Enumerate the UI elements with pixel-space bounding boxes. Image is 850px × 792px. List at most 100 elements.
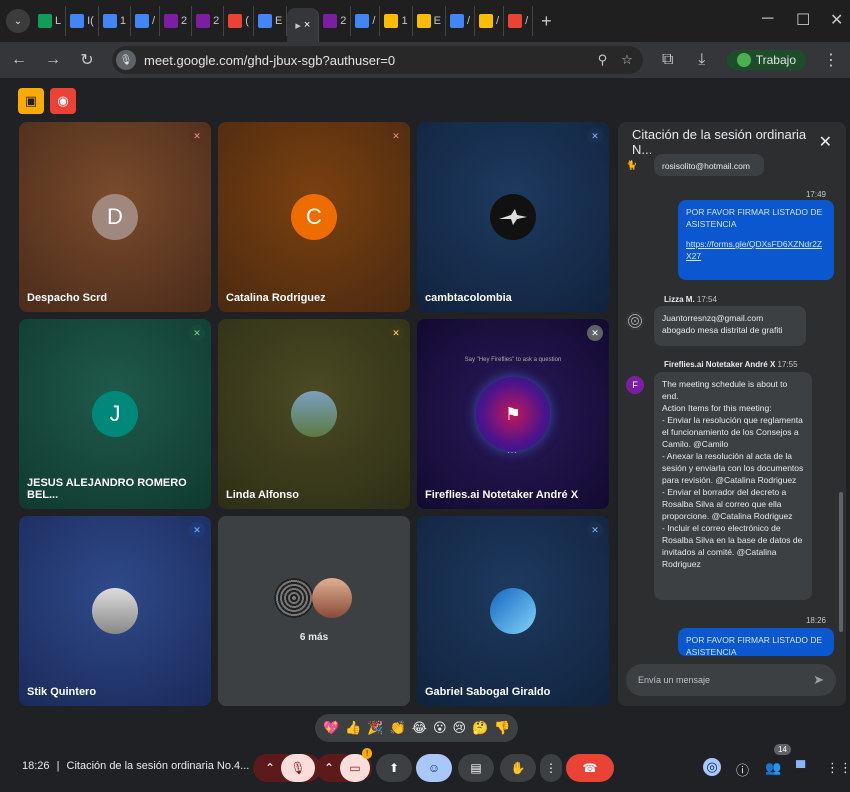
tab-label: E [433, 15, 441, 27]
raise-hand-button[interactable]: ✋ [500, 754, 536, 782]
reaction-emoji[interactable]: 😮 [433, 720, 447, 736]
participant-tile[interactable]: ✕ Stik Quintero [19, 516, 211, 706]
avatar [92, 588, 138, 634]
participant-tile[interactable]: ✕ J JESUS ALEJANDRO ROMERO BEL... [19, 319, 211, 509]
reaction-emoji[interactable]: 🤔 [472, 720, 488, 736]
present-screen-button[interactable]: ⬆ [376, 754, 412, 782]
participant-tile[interactable]: ✕ C Catalina Rodriguez [218, 122, 410, 312]
close-window-icon[interactable]: ✕ [830, 10, 843, 30]
chat-message: POR FAVOR FIRMAR LISTADO DE ASISTENCIA [678, 628, 834, 656]
reaction-emoji[interactable]: 😢 [453, 720, 467, 736]
more-options-button[interactable]: ⋮ [540, 754, 562, 782]
tab-search-button[interactable]: ⌄ [6, 9, 30, 33]
avatar [274, 578, 314, 618]
tab-right-0[interactable]: 2 [319, 6, 352, 36]
send-icon[interactable]: ➤ [813, 672, 824, 688]
chat-input-placeholder: Envía un mensaje [638, 675, 711, 685]
new-tab-button[interactable]: + [541, 11, 552, 32]
people-icon[interactable]: 👥 [765, 760, 781, 776]
forward-icon[interactable]: → [44, 51, 62, 69]
avatar: D [92, 194, 138, 240]
tab-left-0[interactable]: L [34, 6, 67, 36]
reaction-emoji[interactable]: 👏 [390, 720, 406, 736]
maximize-icon[interactable]: ☐ [796, 10, 810, 30]
participant-tile[interactable]: ✕ Gabriel Sabogal Giraldo [417, 516, 609, 706]
message-time: 18:26 [805, 616, 826, 625]
participant-tile[interactable]: ✕ D Despacho Scrd [19, 122, 211, 312]
camera-options-chevron-icon[interactable]: ⌃ [318, 761, 340, 775]
info-separator: | [56, 760, 60, 772]
reaction-emoji[interactable]: 😂 [412, 720, 427, 736]
message-text: ASISTENCIA [686, 219, 737, 229]
tab-right-4[interactable]: / [446, 6, 475, 36]
tab-favicon-icon [416, 14, 431, 28]
tab-left-5[interactable]: 2 [192, 6, 225, 36]
meet-tab-icon: ▸ [295, 19, 301, 32]
tab-right-1[interactable]: / [351, 6, 381, 36]
camera-warning-badge: ! [362, 748, 373, 759]
apps-grid-icon[interactable]: ⋮⋮ [826, 760, 850, 776]
tab-close-icon[interactable]: × [304, 19, 310, 31]
chat-message-input[interactable]: Envía un mensaje ➤ [626, 664, 836, 696]
chat-message: The meeting schedule is about to end. Ac… [654, 372, 812, 600]
tab-right-3[interactable]: E [413, 6, 446, 36]
chat-icon[interactable]: ▀ [796, 760, 805, 775]
profile-button[interactable]: Trabajo [726, 50, 806, 70]
tab-favicon-icon [70, 14, 85, 28]
reaction-emoji[interactable]: 💖 [323, 720, 339, 736]
message-time: 17:55 [777, 360, 798, 369]
participant-name: JESUS ALEJANDRO ROMERO BEL... [27, 477, 187, 501]
download-icon[interactable]: ⤓ [693, 51, 711, 69]
more-participants-tile[interactable]: 6 más [218, 516, 410, 706]
address-bar[interactable]: 🎙 meet.google.com/ghd-jbux-sgb?authuser=… [112, 46, 643, 74]
mic-options-chevron-icon[interactable]: ⌃ [259, 761, 281, 775]
minimize-icon[interactable]: ─ [762, 10, 773, 28]
sender-name: Fireflies.ai Notetaker André X [664, 360, 776, 369]
captions-button[interactable]: ▤ [458, 754, 494, 782]
current-time: 18:26 [22, 760, 50, 772]
participant-tile[interactable]: ✕ cambtacolombia [417, 122, 609, 312]
close-icon[interactable]: ✕ [819, 132, 832, 152]
participant-tile[interactable]: ✕ Say "Hey Fireflies" to ask a question … [417, 319, 609, 509]
participant-tile[interactable]: ✕ Linda Alfonso [218, 319, 410, 509]
tab-left-4[interactable]: 2 [160, 6, 193, 36]
back-icon[interactable]: ← [10, 51, 28, 69]
host-controls-icon[interactable]: ▣ [18, 88, 44, 114]
mic-off-icon: ✕ [587, 325, 603, 341]
tab-left-6[interactable]: ( [224, 6, 254, 36]
tab-label: 2 [181, 15, 188, 27]
tab-left-2[interactable]: 1 [99, 6, 131, 36]
reload-icon[interactable]: ↻ [78, 50, 96, 70]
message-time: 17:54 [696, 295, 717, 304]
participants-count-badge: 14 [774, 744, 791, 755]
reaction-emoji[interactable]: 🎉 [367, 720, 383, 736]
leave-call-button[interactable]: ☎ [566, 754, 614, 782]
tab-left-7[interactable]: E [254, 6, 288, 36]
tab-meet-active[interactable]: ▸ × [287, 8, 320, 42]
tab-favicon-icon [508, 14, 523, 28]
browser-menu-icon[interactable]: ⋮ [822, 50, 840, 70]
message-link[interactable]: https://forms.gle/QDXsFD6XZNdr2ZX27 [686, 238, 826, 262]
reaction-emoji[interactable]: 👎 [494, 720, 510, 736]
mic-off-icon: ✕ [189, 522, 205, 538]
reactions-button[interactable]: ☺ [416, 754, 452, 782]
bookmark-star-icon[interactable]: ☆ [621, 52, 633, 68]
tab-left-1[interactable]: I( [66, 6, 99, 36]
tab-right-6[interactable]: / [504, 6, 534, 36]
meeting-details-icon[interactable]: ⓘ [736, 760, 749, 779]
tab-label: L [55, 15, 62, 27]
tab-right-2[interactable]: 1 [380, 6, 413, 36]
tab-left-3[interactable]: / [131, 6, 161, 36]
zoom-icon[interactable]: ⚲ [598, 52, 608, 68]
reaction-emoji[interactable]: 👍 [345, 720, 361, 736]
avatar [312, 578, 352, 618]
tab-favicon-icon [449, 14, 464, 28]
recording-icon[interactable]: ◉ [50, 88, 76, 114]
site-info-icon[interactable]: 🎙 [116, 50, 136, 70]
mic-off-button[interactable]: 🎙 [281, 754, 315, 782]
sender-avatar: 🐈 [626, 160, 638, 170]
tab-right-5[interactable]: / [475, 6, 505, 36]
activities-icon[interactable]: ◎ [703, 758, 721, 776]
chat-scrollbar[interactable] [839, 492, 843, 632]
extensions-icon[interactable]: ⧉ [659, 51, 677, 69]
